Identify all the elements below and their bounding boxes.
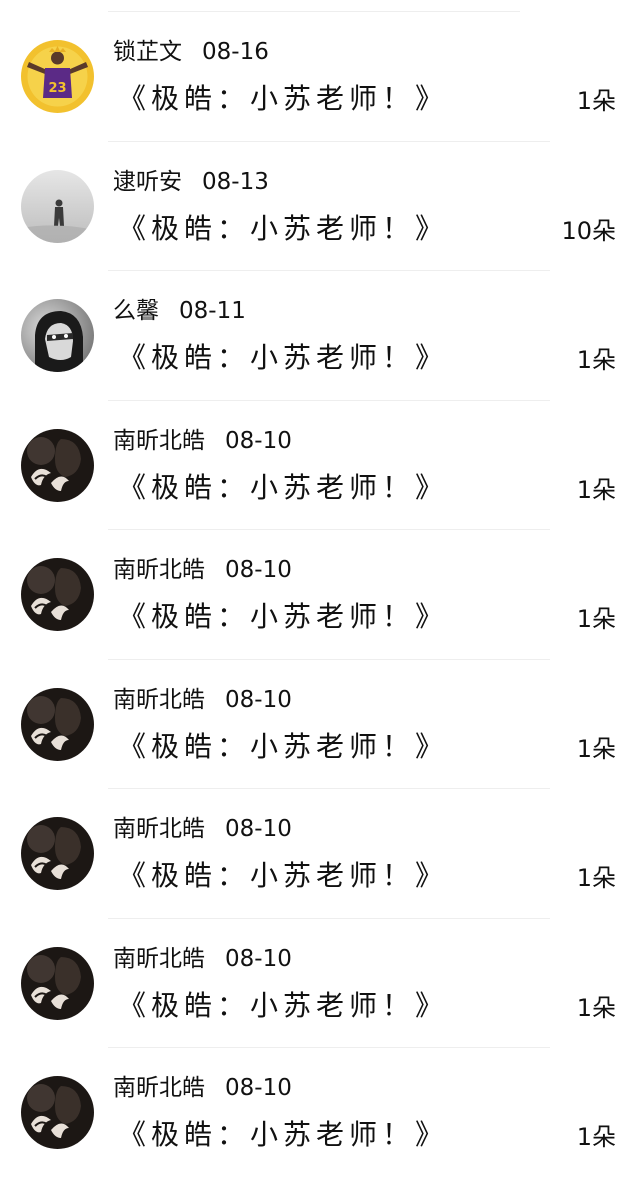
dark-portrait-avatar[interactable]	[21, 946, 94, 1020]
list-item[interactable]: 南昕北皓 08-10 《极皓：小苏老师！》 1朵	[0, 919, 640, 1048]
gift-count: 1朵	[576, 864, 616, 892]
gift-date: 08-11	[179, 298, 246, 324]
gift-date: 08-10	[225, 816, 292, 842]
gift-count: 1朵	[576, 346, 616, 374]
dark-portrait-avatar[interactable]	[21, 558, 94, 631]
dark-portrait-avatar[interactable]	[21, 1076, 94, 1149]
gift-count: 1朵	[576, 87, 616, 115]
gift-date: 08-10	[225, 1075, 292, 1101]
gift-date: 08-10	[225, 427, 292, 454]
list-item[interactable]: 南昕北皓 08-10 《极皓：小苏老师！》 1朵	[0, 1048, 640, 1178]
gift-sender: 锁芷文 08-16	[113, 36, 269, 68]
sender-name: 锁芷文	[113, 39, 182, 65]
gift-title: 《极皓：小苏老师！》	[118, 859, 449, 892]
gift-sender: 么馨 08-11	[113, 295, 246, 327]
gift-count: 1朵	[576, 734, 616, 763]
svg-text:23: 23	[48, 81, 66, 96]
gift-sender: 南昕北皓 08-10	[113, 425, 292, 457]
gift-count: 10朵	[561, 216, 616, 245]
foggy-figure-avatar[interactable]	[21, 169, 94, 243]
list-item[interactable]: 南昕北皓 08-10 《极皓：小苏老师！》 1朵	[0, 660, 640, 789]
gift-sender: 南昕北皓 08-10	[113, 1072, 292, 1104]
gift-sender: 南昕北皓 08-10	[113, 943, 292, 975]
gift-sender: 逮听安 08-13	[113, 166, 269, 198]
gift-title: 《极皓：小苏老师！》	[118, 600, 449, 633]
dark-portrait-avatar[interactable]	[21, 428, 94, 502]
basketball-player-avatar[interactable]: 23	[21, 40, 94, 113]
gift-date: 08-10	[225, 686, 292, 713]
gift-sender: 南昕北皓 08-10	[113, 554, 292, 586]
dark-portrait-avatar[interactable]	[21, 687, 94, 761]
list-item[interactable]: 逮听安 08-13 《极皓：小苏老师！》 10朵	[0, 142, 640, 271]
masked-hood-avatar[interactable]	[21, 299, 94, 372]
list-item[interactable]: 23 锁芷文 08-16 《极皓：小苏老师！》 1朵	[0, 12, 640, 142]
sender-name: 逮听安	[113, 168, 182, 195]
sender-name: 南昕北皓	[113, 686, 205, 713]
sender-name: 南昕北皓	[113, 945, 205, 972]
list-item[interactable]: 南昕北皓 08-10 《极皓：小苏老师！》 1朵	[0, 789, 640, 919]
sender-name: 南昕北皓	[113, 427, 205, 454]
sender-name: 南昕北皓	[113, 557, 205, 583]
gift-title: 《极皓：小苏老师！》	[118, 341, 449, 374]
gift-title: 《极皓：小苏老师！》	[118, 211, 449, 245]
gift-sender: 南昕北皓 08-10	[113, 684, 292, 716]
list-item[interactable]: 南昕北皓 08-10 《极皓：小苏老师！》 1朵	[0, 401, 640, 530]
gift-date: 08-10	[225, 557, 292, 583]
gift-title: 《极皓：小苏老师！》	[118, 729, 449, 763]
gift-title: 《极皓：小苏老师！》	[118, 1118, 449, 1151]
list-item[interactable]: 么馨 08-11 《极皓：小苏老师！》 1朵	[0, 271, 640, 401]
gift-title: 《极皓：小苏老师！》	[118, 988, 449, 1022]
list-item[interactable]: 南昕北皓 08-10 《极皓：小苏老师！》 1朵	[0, 530, 640, 660]
gift-count: 1朵	[576, 1123, 616, 1151]
sender-name: 南昕北皓	[113, 1075, 205, 1101]
gift-count: 1朵	[576, 475, 616, 504]
gift-count: 1朵	[576, 605, 616, 633]
sender-name: 么馨	[113, 298, 159, 324]
gift-title: 《极皓：小苏老师！》	[118, 82, 449, 115]
gift-title: 《极皓：小苏老师！》	[118, 470, 449, 504]
gift-count: 1朵	[576, 993, 616, 1022]
gift-date: 08-16	[202, 39, 269, 65]
gift-date: 08-13	[202, 168, 269, 195]
gift-sender: 南昕北皓 08-10	[113, 813, 292, 845]
dark-portrait-avatar[interactable]	[21, 817, 94, 890]
gift-date: 08-10	[225, 945, 292, 972]
sender-name: 南昕北皓	[113, 816, 205, 842]
gift-list: 23 锁芷文 08-16 《极皓：小苏老师！》 1朵 逮听安 08-13 《极皓…	[0, 12, 640, 1178]
